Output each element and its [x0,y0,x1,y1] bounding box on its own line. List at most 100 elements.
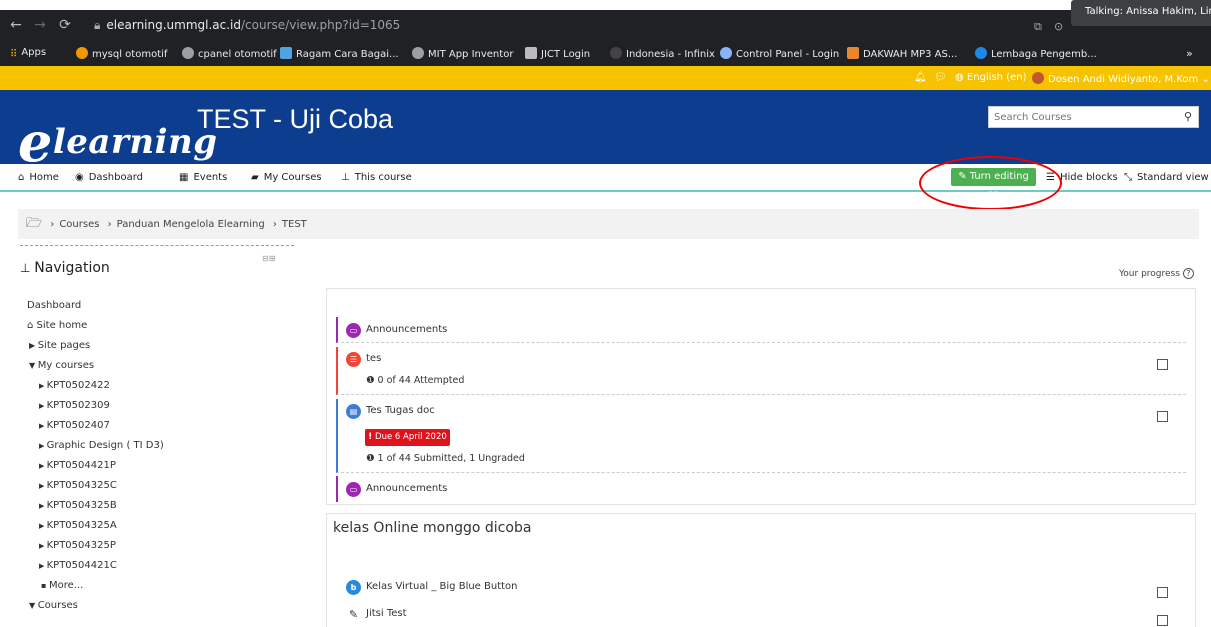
back-icon[interactable]: ← [6,15,26,35]
breadcrumb-separator: › [272,219,277,230]
completion-checkbox[interactable] [1157,359,1168,370]
lock-icon: 🔒︎ [94,18,101,32]
language-menu[interactable]: ◍ English (en) [955,72,1027,83]
nav-course-item[interactable]: ▶ Graphic Design ( TI D3) [39,440,164,451]
nav-course-item[interactable]: ▶ KPT0504325B [39,500,117,511]
feather-icon [720,47,732,59]
nav-course-item[interactable]: ▶ KPT0504325P [39,540,116,551]
avatar [1032,72,1044,84]
user-menu[interactable]: Dosen Andi Widiyanto, M.Kom ⌄ [1032,72,1210,85]
activity-announcements[interactable]: ▭ Announcements [336,317,1186,343]
bookmark-ragam[interactable]: Ragam Cara Bagai... [280,47,399,60]
zoom-icon[interactable]: ⊙ [1054,20,1066,33]
activity-label[interactable]: Announcements [366,324,447,335]
due-date-badge: ! Due 6 April 2020 [365,429,450,446]
completion-checkbox[interactable] [1157,411,1168,422]
menu-my-courses[interactable]: ▰ My Courses [251,172,322,183]
nav-label: KPT0504421C [46,560,117,571]
block-controls[interactable]: ⊟⊞ [262,254,275,263]
menu-label: Events [193,172,228,183]
talking-indicator: Talking: Anissa Hakim, Lin [1071,0,1211,26]
nav-label: Courses [37,600,78,611]
navigation-block-title: ⊥ Navigation [20,260,110,276]
activity-bigbluebutton[interactable]: b Kelas Virtual _ Big Blue Button [338,576,1188,600]
menu-label: My Courses [263,172,322,183]
menu-dashboard[interactable]: ◉ Dashboard [75,172,143,183]
nav-courses[interactable]: ▼ Courses [29,600,78,611]
nav-course-item[interactable]: ▶ KPT0502309 [39,400,110,411]
nav-label: More... [48,580,84,591]
activity-jitsi[interactable]: ✎ Jitsi Test [338,604,1188,626]
globe-icon: ◍ [955,72,967,83]
nav-label: My courses [37,360,95,371]
chevron-right-icon: ▶ [39,522,47,530]
bookmarks-more[interactable]: » [1186,47,1193,60]
browser-top-strip [0,0,1211,10]
site-icon [847,47,859,59]
chevron-down-icon: ▼ [29,601,38,610]
bookmark-label: MIT App Inventor [428,49,514,60]
activity-label[interactable]: Jitsi Test [366,608,407,619]
nav-course-item[interactable]: ▶ KPT0504421C [39,560,117,571]
bookmark-dakwah[interactable]: DAKWAH MP3 AS... [847,47,957,60]
activity-label[interactable]: Kelas Virtual _ Big Blue Button [366,581,518,592]
forum-icon: ▭ [346,482,361,497]
browser-toolbar: ← → ⟳ 🔒︎ elearning.ummgl.ac.id/course/vie… [0,10,1211,40]
standard-view-button[interactable]: ⤡ Standard view [1124,172,1209,183]
nav-site-pages[interactable]: ▶ Site pages [29,340,90,351]
bell-icon[interactable]: 🔔︎ [914,72,927,83]
elearning-logo[interactable]: elearning [18,102,217,174]
nav-course-item[interactable]: ▶ KPT0502422 [39,380,110,391]
breadcrumb-separator: › [107,219,112,230]
nav-course-item[interactable]: ▶ KPT0502407 [39,420,110,431]
search-input[interactable] [989,107,1169,127]
activity-assignment-tugas[interactable]: ▤ Tes Tugas doc ❶ 1 of 44 Submitted, 1 U… [336,399,1186,473]
menu-events[interactable]: ▦ Events [179,172,227,183]
nav-course-item[interactable]: ▶ KPT0504421P [39,460,116,471]
mysql-icon [76,47,88,59]
completion-checkbox[interactable] [1157,615,1168,626]
activity-label[interactable]: Announcements [366,483,447,494]
bookmark-cpanel[interactable]: cpanel otomotif [182,47,277,60]
nav-my-courses[interactable]: ▼ My courses [29,360,94,371]
nav-label: KPT0504325B [46,500,117,511]
chevron-right-icon: ▶ [39,422,47,430]
nav-site-home[interactable]: ⌂ Site home [27,320,87,331]
activity-announcements[interactable]: ▭ Announcements [336,476,1186,502]
activity-quiz-tes[interactable]: ☰ tes ❶ 0 of 44 Attempted [336,347,1186,395]
bookmark-infinix[interactable]: Indonesia - Infinix [610,47,715,60]
activity-label[interactable]: tes [366,353,381,364]
help-icon[interactable]: ? [1182,268,1194,279]
quiz-icon: ☰ [346,352,361,367]
activity-status: ❶ 0 of 44 Attempted [366,375,464,386]
translate-icon[interactable]: ⧉ [1034,20,1046,33]
breadcrumb-courses[interactable]: Courses [59,219,99,230]
chat-icon[interactable]: 💬︎ [934,72,947,83]
url-path: /course/view.php?id=1065 [241,18,401,32]
bookmark-apps[interactable]: ⠿ Apps [10,47,46,61]
address-bar[interactable]: 🔒︎ elearning.ummgl.ac.id/course/view.php?… [94,14,1029,36]
bookmark-control-panel[interactable]: Control Panel - Login [720,47,839,60]
nav-more[interactable]: ▪ More... [41,580,83,591]
bookmark-jict[interactable]: JICT Login [525,47,590,60]
breadcrumb-category[interactable]: Panduan Mengelola Elearning [117,219,265,230]
nav-course-item[interactable]: ▶ KPT0504325C [39,480,117,491]
search-icon[interactable]: ⚲ [1184,110,1192,123]
nav-course-item[interactable]: ▶ KPT0504325A [39,520,117,531]
menu-this-course[interactable]: ⊥ This course [341,172,412,183]
bookmark-mysql[interactable]: mysql otomotif [76,47,167,60]
completion-checkbox[interactable] [1157,587,1168,598]
forward-icon[interactable]: → [30,15,50,35]
bookmark-mit[interactable]: MIT App Inventor [412,47,513,60]
folder-icon[interactable]: 🗁︎ [26,216,42,231]
reload-icon[interactable]: ⟳ [55,15,75,35]
nav-dashboard[interactable]: Dashboard [27,300,81,311]
chevron-down-icon: ▼ [29,361,38,370]
globe-icon [182,47,194,59]
bookmark-lembaga[interactable]: Lembaga Pengemb... [975,47,1097,60]
activity-label[interactable]: Tes Tugas doc [366,405,435,416]
breadcrumb-current[interactable]: TEST [282,219,307,230]
menu-home[interactable]: ⌂ Home [18,172,59,183]
home-icon: ⌂ [18,172,25,183]
bookmark-label: Control Panel - Login [736,49,840,60]
